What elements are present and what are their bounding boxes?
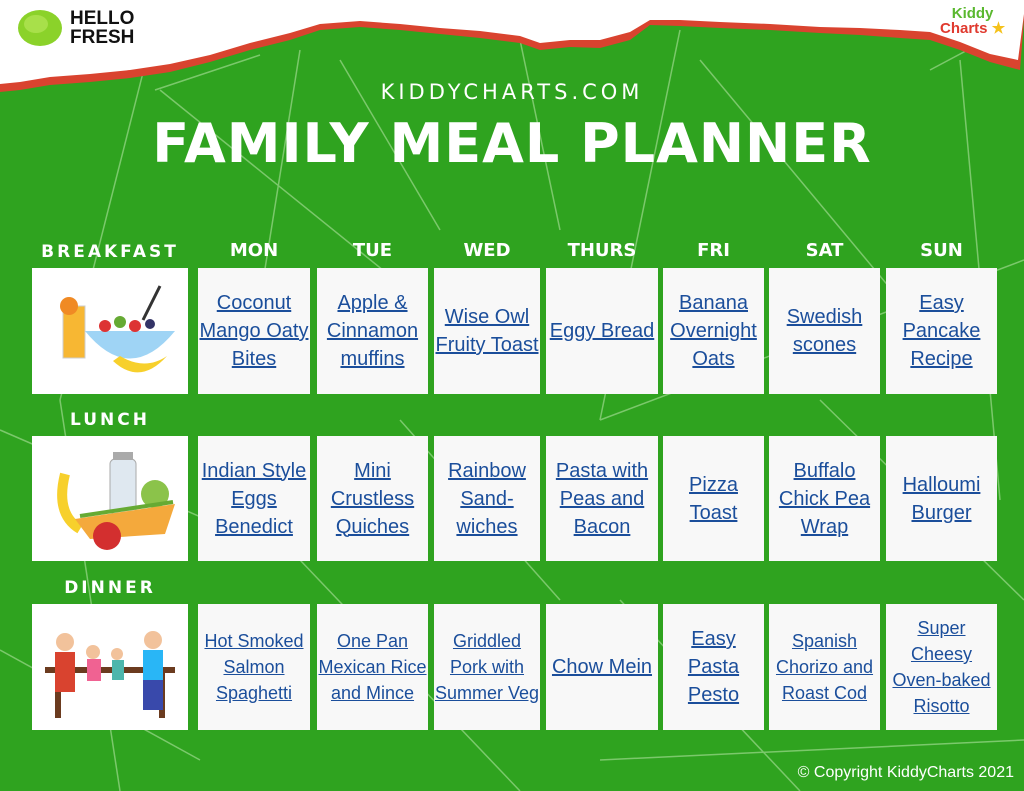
recipe-link[interactable]: Rainbow Sand-wiches [434, 457, 540, 541]
meal-cell: Banana Overnight Oats [663, 268, 764, 394]
recipe-link[interactable]: Super Cheesy Oven-baked Risotto [886, 615, 997, 719]
meal-cell: Pizza Toast [663, 436, 764, 561]
star-icon: ★ [991, 20, 1006, 37]
meal-label-breakfast: BREAKFAST [41, 242, 179, 262]
lime-icon [18, 10, 62, 46]
meal-cell: Pasta with Peas and Bacon [546, 436, 658, 561]
meal-cell: Hot Smoked Salmon Spaghetti [198, 604, 310, 730]
copyright: © Copyright KiddyCharts 2021 [797, 764, 1014, 781]
site-name: KIDDYCHARTS.COM [380, 80, 644, 104]
meal-cell: Buffalo Chick Pea Wrap [769, 436, 880, 561]
meal-cell: One Pan Mexican Rice and Mince [317, 604, 428, 730]
day-header: SUN [920, 240, 963, 261]
meal-planner-page: HELLO FRESH Kiddy Charts ★ KIDDYCHARTS.CO… [0, 0, 1024, 791]
recipe-link[interactable]: One Pan Mexican Rice and Mince [317, 628, 428, 706]
meal-cell: Indian Style Eggs Benedict [198, 436, 310, 561]
recipe-link[interactable]: Griddled Pork with Summer Veg [434, 628, 540, 706]
recipe-link[interactable]: Hot Smoked Salmon Spaghetti [198, 628, 310, 706]
page-title: FAMILY MEAL PLANNER [152, 112, 872, 175]
recipe-link[interactable]: Halloumi Burger [886, 471, 997, 527]
recipe-link[interactable]: Banana Overnight Oats [663, 289, 764, 373]
meal-cell: Wise Owl Fruity Toast [434, 268, 540, 394]
meal-cell: Easy Pasta Pesto [663, 604, 764, 730]
meal-cell: Eggy Bread [546, 268, 658, 394]
recipe-link[interactable]: Buffalo Chick Pea Wrap [769, 457, 880, 541]
recipe-link[interactable]: Swedish scones [769, 303, 880, 359]
day-header: THURS [567, 240, 637, 261]
recipe-link[interactable]: Spanish Chorizo and Roast Cod [769, 628, 880, 706]
recipe-link[interactable]: Coconut Mango Oaty Bites [198, 289, 310, 373]
day-header: SAT [805, 240, 844, 261]
lunch-sandwich-icon [32, 436, 188, 561]
day-header: MON [229, 240, 279, 261]
meal-cell: Easy Pancake Recipe [886, 268, 997, 394]
meal-cell: Apple & Cinnamon muffins [317, 268, 428, 394]
recipe-link[interactable]: Wise Owl Fruity Toast [434, 303, 540, 359]
recipe-link[interactable]: Chow Mein [552, 653, 652, 681]
meal-cell: Super Cheesy Oven-baked Risotto [886, 604, 997, 730]
day-header: FRI [697, 240, 730, 261]
family-dinner-icon [32, 604, 188, 730]
day-header: WED [463, 240, 511, 261]
recipe-link[interactable]: Apple & Cinnamon muffins [317, 289, 428, 373]
hellofresh-logo: HELLO FRESH [16, 8, 134, 48]
meal-cell: Chow Mein [546, 604, 658, 730]
meal-cell: Swedish scones [769, 268, 880, 394]
recipe-link[interactable]: Pasta with Peas and Bacon [546, 457, 658, 541]
recipe-link[interactable]: Easy Pancake Recipe [886, 289, 997, 373]
meal-cell: Rainbow Sand-wiches [434, 436, 540, 561]
recipe-link[interactable]: Pizza Toast [663, 471, 764, 527]
breakfast-bowl-icon [32, 268, 188, 394]
recipe-link[interactable]: Indian Style Eggs Benedict [198, 457, 310, 541]
kiddycharts-logo: Kiddy Charts ★ [940, 5, 1006, 37]
meal-label-lunch: LUNCH [70, 410, 150, 430]
day-header: TUE [352, 240, 393, 261]
meal-cell: Spanish Chorizo and Roast Cod [769, 604, 880, 730]
recipe-link[interactable]: Eggy Bread [550, 317, 655, 345]
meal-label-dinner: DINNER [64, 578, 156, 598]
meal-cell: Coconut Mango Oaty Bites [198, 268, 310, 394]
meal-cell: Halloumi Burger [886, 436, 997, 561]
recipe-link[interactable]: Mini Crustless Quiches [317, 457, 428, 541]
recipe-link[interactable]: Easy Pasta Pesto [663, 625, 764, 709]
meal-cell: Mini Crustless Quiches [317, 436, 428, 561]
meal-cell: Griddled Pork with Summer Veg [434, 604, 540, 730]
